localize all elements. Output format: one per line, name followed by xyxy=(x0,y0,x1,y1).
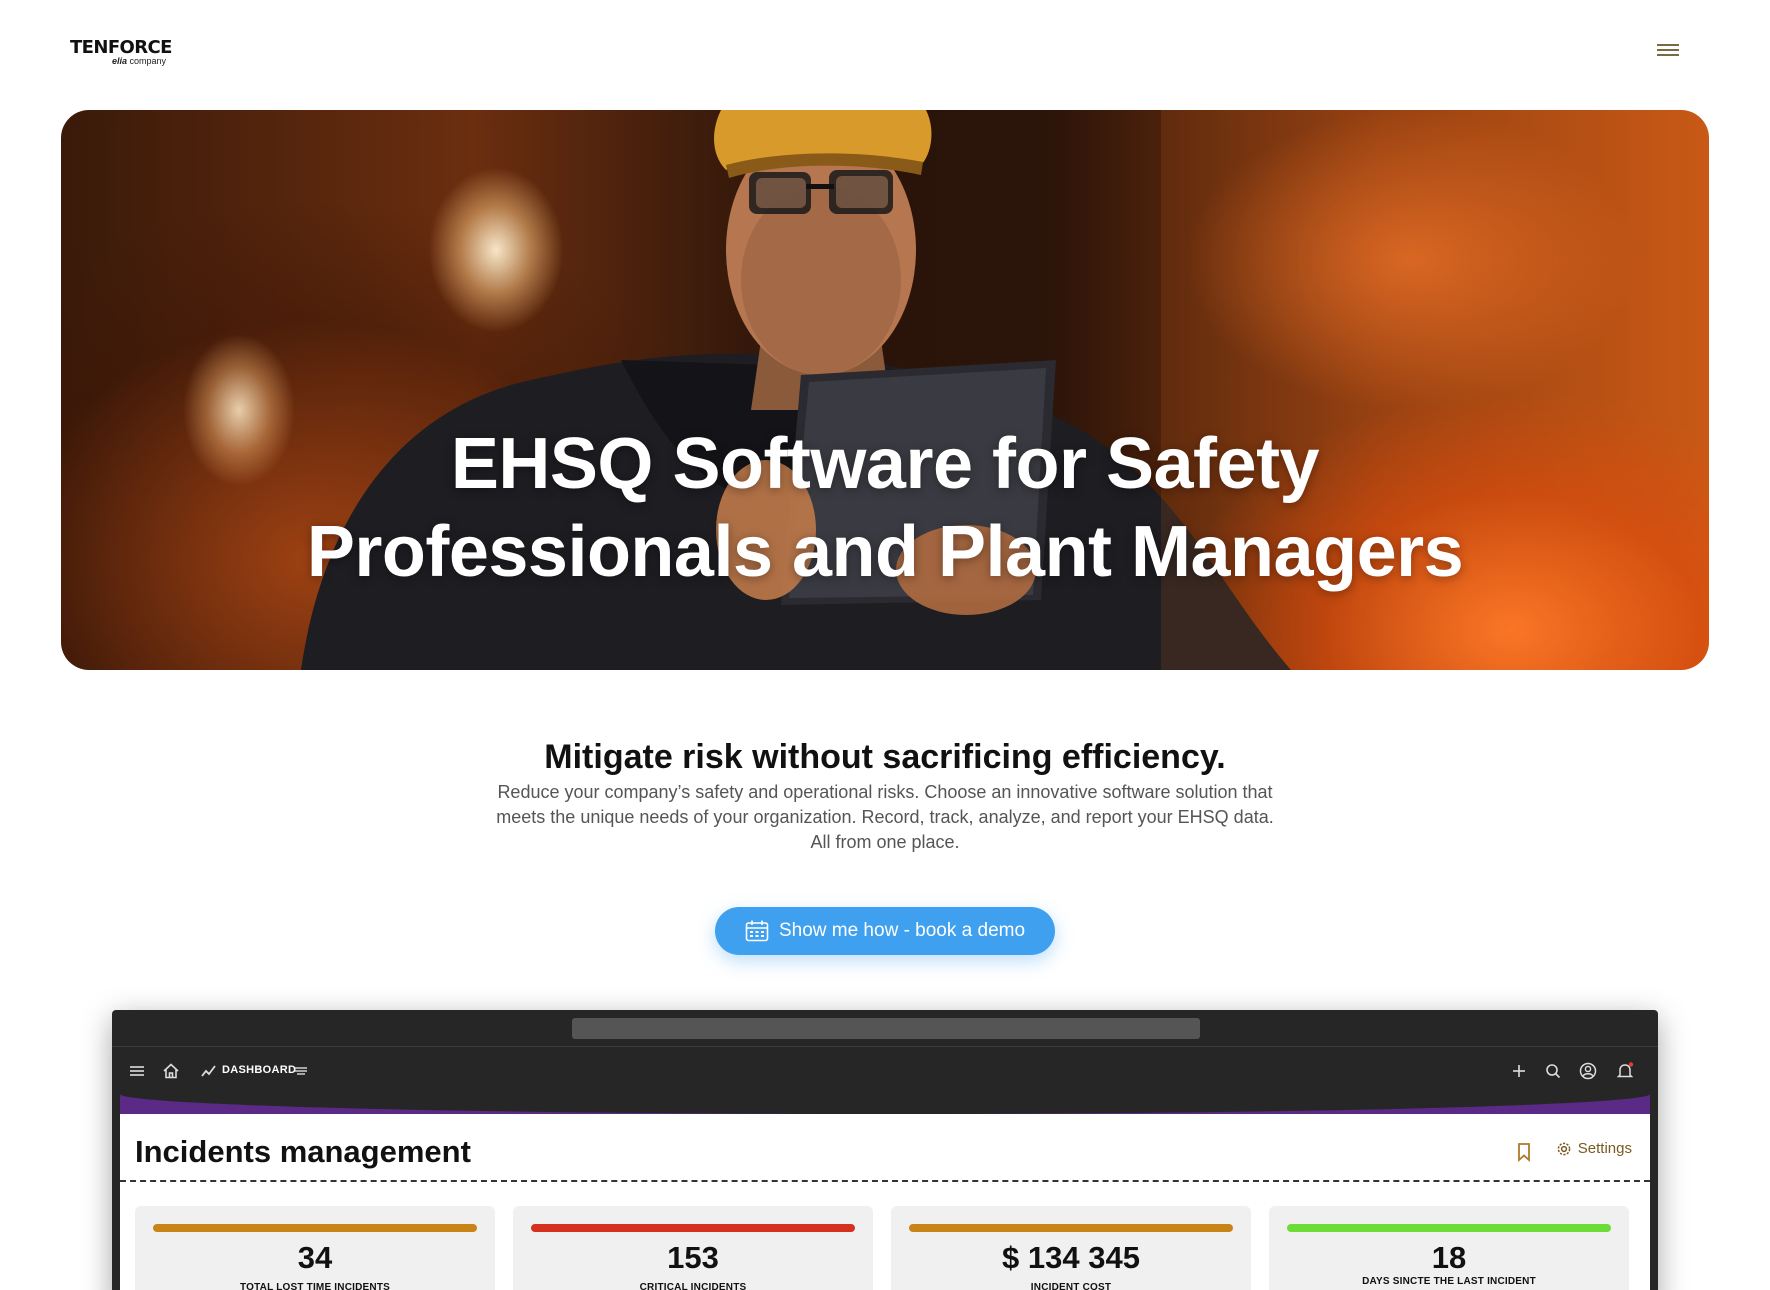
kpi-card[interactable]: $ 134 345 INCIDENT COST xyxy=(891,1206,1251,1290)
intro-heading: Mitigate risk without sacrificing effici… xyxy=(544,738,1226,776)
gear-icon xyxy=(1557,1142,1571,1155)
kpi-bar xyxy=(909,1224,1233,1232)
nav-dashboard-label[interactable]: DASHBOARD xyxy=(222,1064,296,1076)
kpi-bar xyxy=(531,1224,855,1232)
bookmark-icon[interactable] xyxy=(1516,1142,1532,1162)
kpi-label: DAYS SINCTE THE LAST INCIDENT xyxy=(1362,1276,1536,1287)
hero-title: EHSQ Software for Safety Professionals a… xyxy=(306,424,1464,592)
search-icon[interactable] xyxy=(1544,1062,1562,1080)
kpi-bar xyxy=(1287,1224,1611,1232)
kpi-label: CRITICAL INCIDENTS xyxy=(639,1282,747,1290)
kpi-card[interactable]: 153 CRITICAL INCIDENTS xyxy=(513,1206,873,1290)
divider xyxy=(120,1180,1650,1182)
kpi-bar xyxy=(153,1224,477,1232)
notification-bell-icon[interactable] xyxy=(1616,1062,1634,1080)
intro-paragraph: Reduce your company’s safety and operati… xyxy=(496,782,1274,852)
kpi-value: 18 xyxy=(1431,1240,1467,1275)
kpi-card[interactable]: 34 TOTAL LOST TIME INCIDENTS xyxy=(135,1206,495,1290)
kpi-value: 153 xyxy=(667,1240,719,1275)
settings-button[interactable]: Settings xyxy=(1556,1140,1632,1157)
settings-label: Settings xyxy=(1577,1140,1632,1157)
menu-icon[interactable] xyxy=(128,1062,146,1080)
hero-banner: EHSQ Software for Safety Professionals a… xyxy=(61,110,1709,670)
kpi-label: TOTAL LOST TIME INCIDENTS xyxy=(240,1282,390,1290)
analytics-icon[interactable] xyxy=(200,1062,218,1080)
kpi-card[interactable]: 18 DAYS SINCTE THE LAST INCIDENT xyxy=(1269,1206,1629,1290)
book-demo-button[interactable]: Show me how - book a demo xyxy=(715,907,1055,955)
kpi-value: $ 134 345 xyxy=(1002,1240,1140,1275)
kpi-value: 34 xyxy=(297,1240,333,1275)
calendar-icon xyxy=(745,920,769,942)
kpi-label: INCIDENT COST xyxy=(1030,1282,1112,1290)
logo-wordmark: TENFORCE xyxy=(70,37,172,58)
book-demo-label: Show me how - book a demo xyxy=(778,920,1026,941)
user-icon[interactable] xyxy=(1579,1062,1597,1080)
app-toolbar xyxy=(112,1050,1658,1094)
page-title: Incidents management xyxy=(135,1134,471,1169)
app-preview-window: DASHBOARD Incidents management Settings … xyxy=(112,1010,1658,1290)
home-icon[interactable] xyxy=(162,1062,180,1080)
incidents-panel: Incidents management Settings 34 TOTAL L… xyxy=(120,1114,1650,1290)
company-logo[interactable]: TENFORCE elia company xyxy=(70,37,180,67)
hamburger-icon[interactable] xyxy=(1657,44,1679,58)
add-icon[interactable] xyxy=(1510,1062,1528,1080)
address-bar xyxy=(572,1018,1200,1039)
